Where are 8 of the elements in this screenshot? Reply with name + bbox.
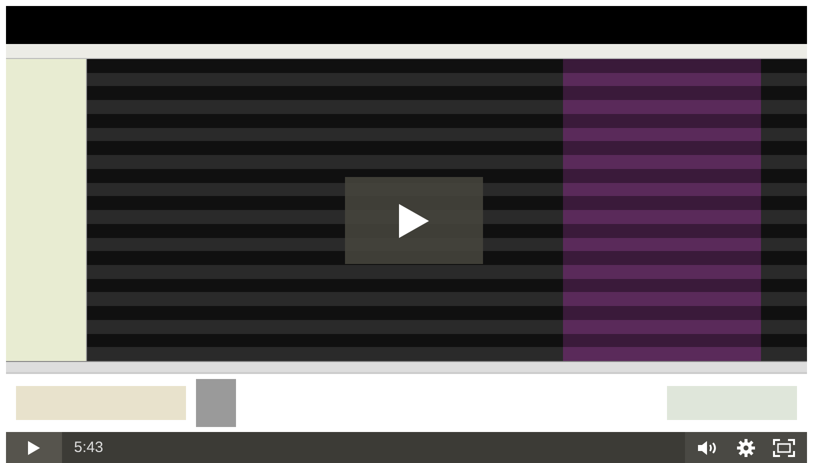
fullscreen-icon [773, 438, 795, 456]
settings-icon [737, 438, 755, 456]
play-icon [397, 202, 431, 240]
volume-icon [697, 440, 719, 456]
playback-time: 5:43 [74, 439, 104, 456]
play-icon [27, 440, 41, 456]
play-button[interactable] [345, 177, 483, 264]
play-toggle-button[interactable] [6, 432, 62, 463]
